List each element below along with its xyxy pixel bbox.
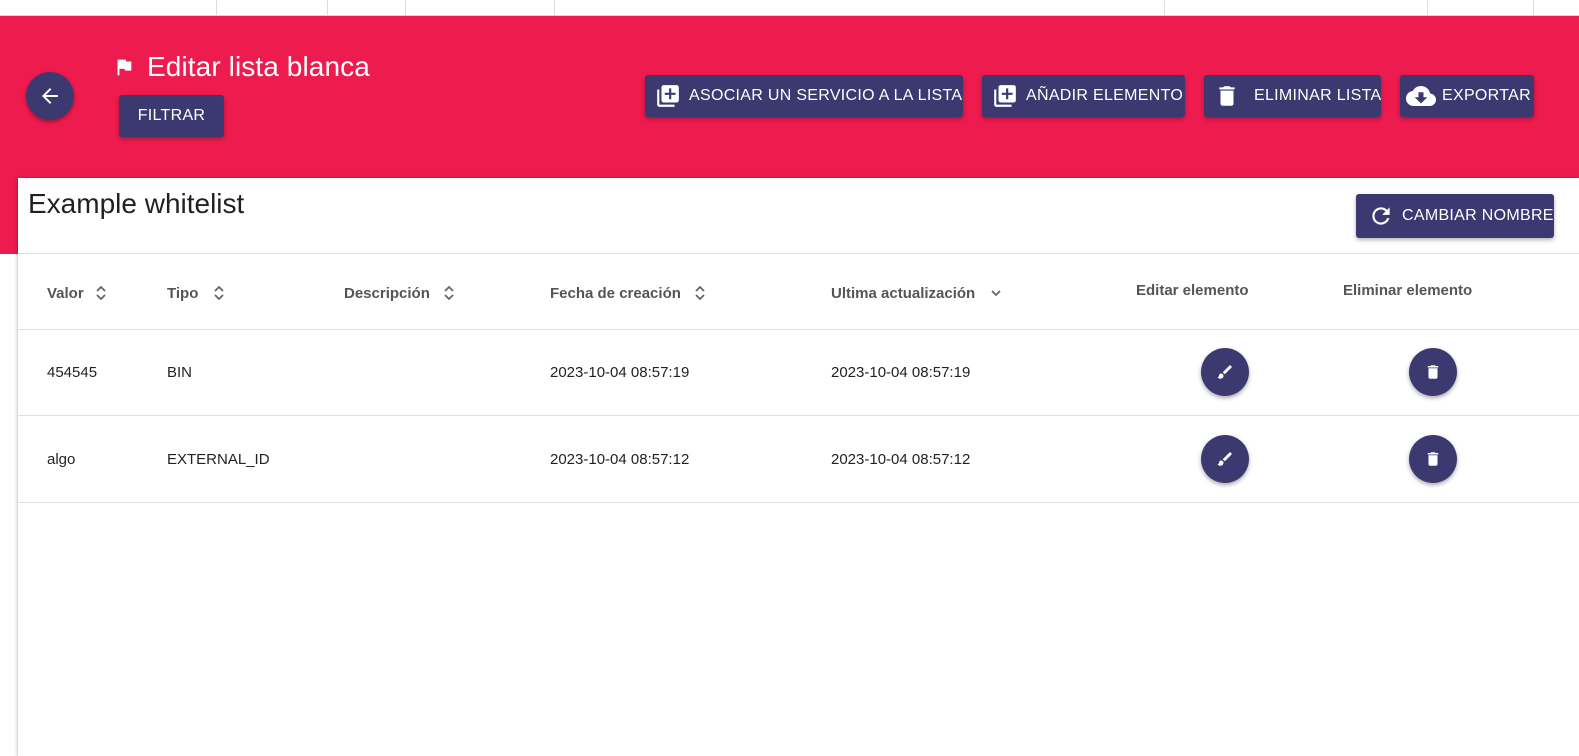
edit-element-button[interactable] (1201, 348, 1249, 396)
strip-separator (1533, 0, 1534, 15)
brush-icon (1217, 365, 1232, 379)
trash-icon (1219, 86, 1235, 106)
cloud-download-icon (1406, 86, 1436, 106)
column-label: Eliminar elemento (1343, 282, 1473, 299)
brush-icon (1217, 452, 1232, 466)
delete-element-button[interactable] (1409, 435, 1457, 483)
strip-separator (405, 0, 406, 15)
page-title: Editar lista blanca (147, 51, 370, 82)
sort-icon (444, 285, 454, 301)
cell-tipo: EXTERNAL_ID (167, 451, 270, 468)
trash-icon (1427, 452, 1439, 466)
cell-valor: 454545 (47, 364, 98, 381)
top-strip (0, 0, 1579, 16)
column-label: Ultima actualización (831, 284, 976, 302)
library-add-icon (657, 85, 679, 107)
list-card: Example whitelist CAMBIAR NOMBRE Valor T… (18, 178, 1579, 756)
cell-valor: algo (47, 451, 76, 468)
list-name: Example whitelist (28, 188, 245, 219)
cell-ultima-actualizacion: 2023-10-04 08:57:12 (831, 451, 971, 468)
flag-icon (117, 59, 132, 76)
strip-separator (216, 0, 217, 15)
back-button[interactable] (26, 72, 74, 120)
divider (18, 329, 1579, 330)
column-label: Valor (47, 284, 84, 302)
column-header-fecha-creacion[interactable]: Fecha de creación (550, 284, 707, 302)
column-label: Editar elemento (1136, 282, 1249, 299)
column-header-eliminar: Eliminar elemento (1343, 282, 1472, 299)
sort-desc-icon (991, 290, 1001, 297)
library-add-icon (994, 85, 1016, 107)
title-group: Editar lista blanca (113, 51, 370, 83)
strip-separator (1427, 0, 1428, 15)
edit-element-button[interactable] (1201, 435, 1249, 483)
arrow-left-icon (42, 88, 58, 104)
export-label: EXPORTAR (1442, 87, 1531, 104)
divider (18, 502, 1579, 503)
cell-fecha-creacion: 2023-10-04 08:57:12 (550, 451, 690, 468)
column-header-descripcion[interactable]: Descripción (344, 284, 456, 302)
column-label: Fecha de creación (550, 284, 681, 302)
cell-tipo: BIN (167, 364, 193, 381)
sort-icon (214, 285, 225, 301)
sort-icon (96, 285, 106, 301)
strip-separator (1164, 0, 1165, 15)
column-header-editar: Editar elemento (1136, 282, 1249, 299)
column-header-tipo[interactable]: Tipo (167, 284, 226, 302)
strip-separator (327, 0, 328, 15)
divider (18, 415, 1579, 416)
delete-element-button[interactable] (1409, 348, 1457, 396)
rename-button[interactable]: CAMBIAR NOMBRE (1356, 194, 1554, 238)
divider (18, 253, 1579, 254)
associate-service-label: ASOCIAR UN SERVICIO A LA LISTA (689, 87, 963, 104)
column-header-valor[interactable]: Valor (47, 284, 108, 302)
rename-label: CAMBIAR NOMBRE (1402, 207, 1554, 224)
delete-list-button[interactable]: ELIMINAR LISTA (1204, 75, 1381, 117)
filter-button[interactable]: FILTRAR (119, 95, 224, 137)
column-header-ultima-actualizacion[interactable]: Ultima actualización (831, 284, 1003, 302)
add-element-button[interactable]: AÑADIR ELEMENTO (982, 75, 1185, 117)
refresh-icon (1372, 207, 1390, 225)
export-button[interactable]: EXPORTAR (1400, 75, 1534, 117)
associate-service-button[interactable]: ASOCIAR UN SERVICIO A LA LISTA (645, 75, 963, 117)
sort-icon (695, 285, 705, 301)
column-label: Tipo (167, 284, 199, 302)
add-element-label: AÑADIR ELEMENTO (1026, 87, 1184, 104)
cell-ultima-actualizacion: 2023-10-04 08:57:19 (831, 364, 971, 381)
column-label: Descripción (344, 284, 430, 302)
cell-fecha-creacion: 2023-10-04 08:57:19 (550, 364, 690, 381)
strip-separator (554, 0, 555, 15)
filter-button-label: FILTRAR (137, 107, 206, 124)
delete-list-label: ELIMINAR LISTA (1254, 87, 1382, 104)
trash-icon (1427, 365, 1439, 379)
